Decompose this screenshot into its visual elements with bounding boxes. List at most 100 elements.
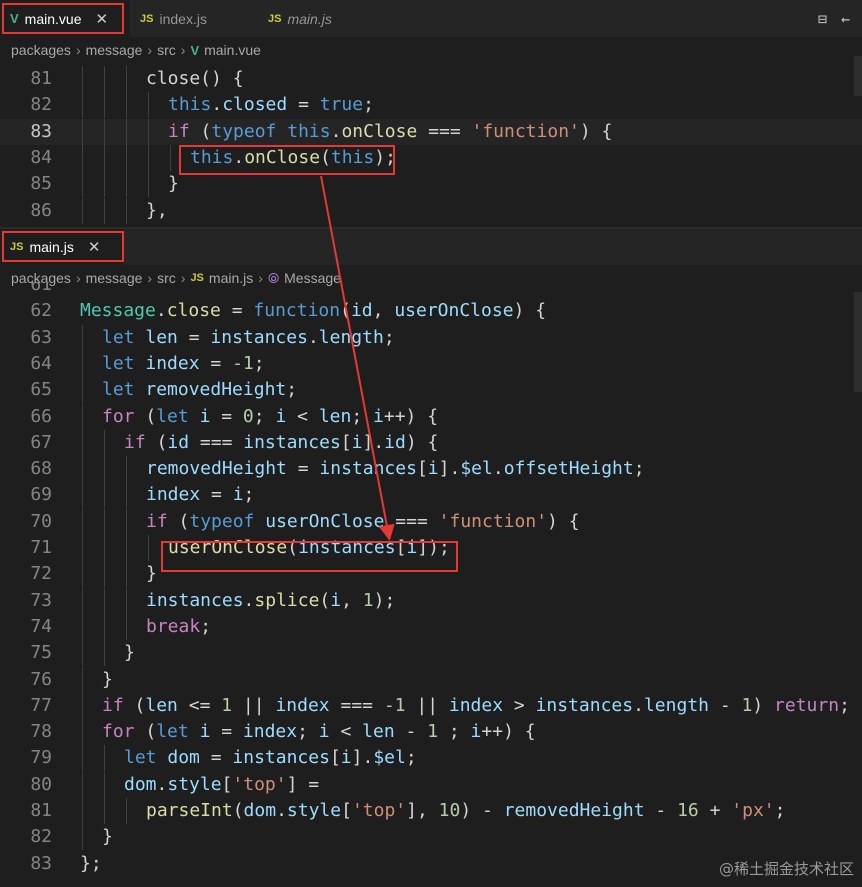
code-text: let removedHeight; xyxy=(102,377,297,403)
code-token: function xyxy=(253,300,341,322)
code-token: let xyxy=(102,326,135,348)
breadcrumb-item[interactable]: main.vue xyxy=(204,42,261,58)
indent-guide xyxy=(82,824,83,851)
code-line[interactable]: 72} xyxy=(0,561,862,588)
code-token: }, xyxy=(146,199,168,221)
code-line[interactable]: 81 close() { xyxy=(0,66,862,92)
code-token: typeof xyxy=(211,120,277,142)
code-token: this xyxy=(168,94,212,116)
scrollbar-top[interactable] xyxy=(854,56,862,96)
code-line[interactable]: 70 if (typeof userOnClose === 'function')… xyxy=(0,508,862,535)
code-line[interactable]: 81 parseInt(dom.style['top'], 10) - remov… xyxy=(0,798,862,824)
code-editor-bottom[interactable]: 61 62 Message.close = function(id, userOnC… xyxy=(0,282,862,887)
code-line[interactable]: 69 index = i; xyxy=(0,482,862,509)
code-line[interactable]: 73 instances.splice(i, 1); xyxy=(0,587,862,614)
code-token: 10 xyxy=(438,800,461,821)
tab-main-js[interactable]: JS main.js xyxy=(258,0,386,37)
code-text: parseInt(dom.style['top'], 10) - removed… xyxy=(146,798,786,824)
code-text: }; xyxy=(80,851,102,877)
code-token: ( xyxy=(189,120,212,142)
code-line[interactable]: 67 if (id === instances[i].id) { xyxy=(0,429,862,456)
editor-actions: ⊟ ← xyxy=(818,0,850,37)
indent-guide xyxy=(126,798,127,824)
code-text: dom.style['top'] = xyxy=(124,772,319,798)
code-line[interactable]: 79 let dom = instances[i].$el; xyxy=(0,745,862,772)
indent-guide xyxy=(82,429,83,456)
code-line[interactable]: 78 for (let i = index; i < len - 1 ; i++)… xyxy=(0,719,862,746)
code-line[interactable]: 76} xyxy=(0,666,862,693)
indent-guide xyxy=(82,587,83,614)
code-token: ( xyxy=(287,537,299,558)
indent-guide xyxy=(82,771,83,798)
tab-label: main.vue xyxy=(24,10,82,27)
code-token: = xyxy=(199,352,233,374)
indent-guide xyxy=(148,118,149,145)
line-number: 64 xyxy=(30,352,52,374)
indent-guide xyxy=(82,118,83,145)
code-token: . xyxy=(276,800,287,821)
indent-guide xyxy=(82,719,83,746)
indent-guide xyxy=(82,403,83,430)
code-line[interactable]: 66 for (let i = 0; i < len; i++) { xyxy=(0,403,862,430)
code-line[interactable]: 83 if (typeof this.onClose === 'function'… xyxy=(0,118,862,145)
close-icon[interactable]: ✕ xyxy=(95,10,108,28)
code-token: removedHeight xyxy=(503,800,645,821)
code-token: + xyxy=(698,800,732,821)
code-token: for xyxy=(102,721,135,743)
tab-main-vue[interactable]: V main.vue ✕ xyxy=(0,0,130,37)
code-line[interactable]: 84 this.onClose(this); xyxy=(0,144,862,171)
indent-guide xyxy=(104,561,105,588)
code-line[interactable]: 65 let removedHeight; xyxy=(0,377,862,404)
go-back-icon[interactable]: ← xyxy=(841,10,850,28)
code-line[interactable]: 71 userOnClose(instances[i]); xyxy=(0,535,862,561)
breadcrumb-item[interactable]: message xyxy=(86,42,143,58)
code-token: ; xyxy=(243,484,255,506)
code-line[interactable]: 86}, xyxy=(0,197,862,224)
code-line[interactable]: 80 dom.style['top'] = xyxy=(0,771,862,798)
tab-index-js[interactable]: JS index.js xyxy=(130,0,258,37)
code-token: dom xyxy=(124,773,157,795)
code-token: ], xyxy=(406,800,439,821)
code-text: for (let i = 0; i < len; i++) { xyxy=(102,404,438,430)
indent-guide xyxy=(104,197,105,224)
open-changes-icon[interactable]: ⊟ xyxy=(818,10,827,28)
code-token: ; xyxy=(297,721,319,743)
code-token: < xyxy=(329,721,363,743)
code-line[interactable]: 61 xyxy=(0,282,862,298)
close-icon[interactable]: ✕ xyxy=(88,238,101,256)
code-line[interactable]: 82} xyxy=(0,824,862,851)
code-line[interactable]: 85} xyxy=(0,171,862,198)
code-line[interactable]: 64 let index = -1; xyxy=(0,350,862,377)
indent-guide xyxy=(82,482,83,509)
code-line[interactable]: 68 removedHeight = instances[i].$el.offse… xyxy=(0,456,862,483)
code-line[interactable]: 75} xyxy=(0,640,862,667)
code-token: splice xyxy=(254,589,320,611)
scrollbar-bottom[interactable] xyxy=(854,292,862,392)
code-editor-top[interactable]: 81 close() {82 this.closed = true; 83 if (ty… xyxy=(0,66,862,226)
tab-main-js-split[interactable]: JS main.js ✕ xyxy=(0,229,124,265)
indent-guide xyxy=(104,66,105,92)
code-text: this.onClose(this); xyxy=(190,145,396,171)
code-line[interactable]: 62 Message.close = function(id, userOnClo… xyxy=(0,298,862,324)
code-token: ] = xyxy=(286,773,320,795)
code-token: 16 xyxy=(677,800,699,821)
code-line[interactable]: 82 this.closed = true; xyxy=(0,92,862,119)
code-token: . xyxy=(307,326,319,348)
code-token: this xyxy=(330,146,375,168)
code-line[interactable]: 77 if (len <= 1 || index === -1 || index … xyxy=(0,692,862,719)
code-token: ; xyxy=(286,379,298,401)
indent-guide xyxy=(82,171,83,198)
code-token: i xyxy=(427,458,439,480)
breadcrumb-item[interactable]: src xyxy=(157,42,176,58)
code-token: ( xyxy=(167,510,190,532)
code-line[interactable]: 63 let len = instances.length; xyxy=(0,324,862,351)
code-token: i xyxy=(373,405,384,427)
breadcrumb-item[interactable]: packages xyxy=(11,42,71,58)
indent-guide xyxy=(82,692,83,719)
code-text: let dom = instances[i].$el; xyxy=(124,745,417,771)
code-token: - xyxy=(709,694,742,716)
code-line[interactable]: 74 break; xyxy=(0,613,862,640)
